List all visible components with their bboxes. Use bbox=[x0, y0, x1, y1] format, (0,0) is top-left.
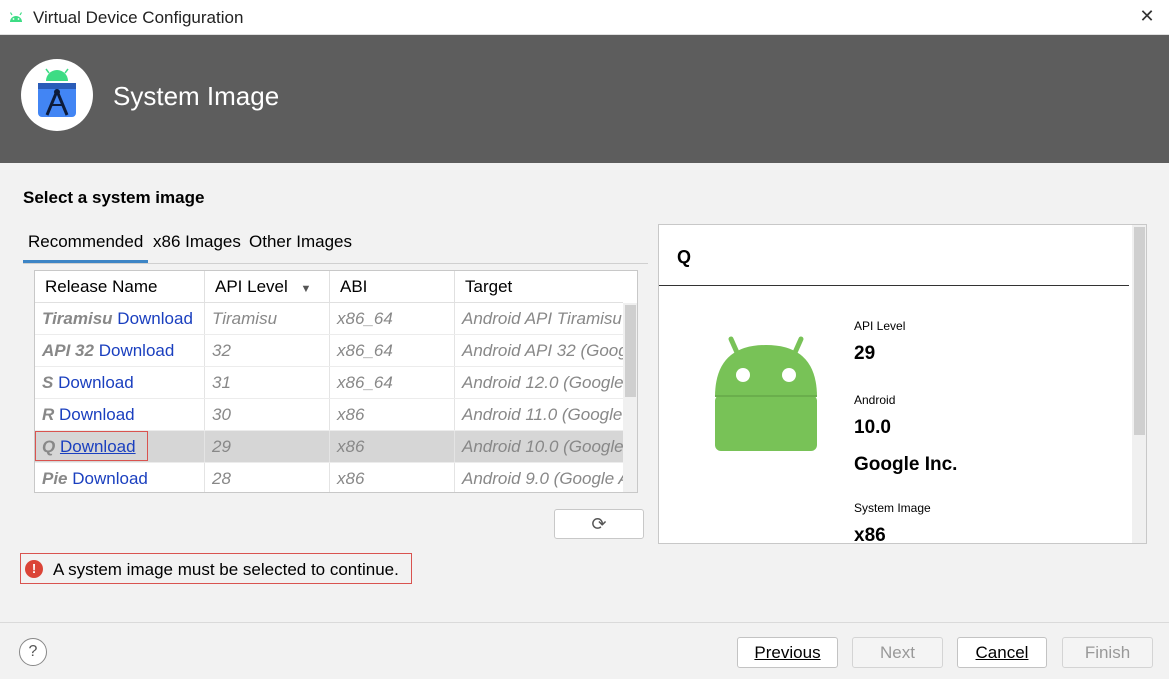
api-level-label: API Level bbox=[854, 319, 906, 333]
android-version-value: 10.0 bbox=[854, 417, 891, 438]
cancel-button-label: Cancel bbox=[975, 643, 1029, 662]
window-title: Virtual Device Configuration bbox=[33, 8, 244, 27]
table-row[interactable]: S Download 31 x86_64 Android 12.0 (Googl… bbox=[35, 367, 623, 399]
detail-scrollbar[interactable] bbox=[1132, 225, 1146, 543]
android-logo-icon bbox=[9, 12, 23, 22]
android-label: Android bbox=[854, 393, 896, 407]
tab-other-images[interactable]: Other Images bbox=[244, 232, 357, 263]
target-cell: Android 10.0 (Google bbox=[462, 437, 623, 456]
api-level-cell: Tiramisu bbox=[205, 303, 330, 334]
target-cell: Android 11.0 (Google bbox=[462, 405, 623, 424]
api-level-cell: 30 bbox=[205, 399, 330, 430]
column-release-name[interactable]: Release Name bbox=[35, 271, 205, 303]
detail-title: Q bbox=[677, 247, 692, 267]
system-image-table: Release Name API Level ▼ ABI Target Tira… bbox=[34, 270, 638, 493]
error-message-box: ! A system image must be selected to con… bbox=[20, 553, 412, 584]
title-bar: Virtual Device Configuration ✕ bbox=[0, 0, 1169, 35]
detail-divider bbox=[659, 285, 1129, 286]
table-row[interactable]: Pie Download 28 x86 Android 9.0 (Google … bbox=[35, 463, 623, 492]
target-cell: Android API 32 (Google bbox=[462, 341, 623, 360]
tab-recommended[interactable]: Recommended bbox=[23, 232, 149, 263]
android-studio-icon bbox=[38, 68, 76, 117]
abi-cell: x86 bbox=[330, 463, 455, 492]
api-level-cell: 31 bbox=[205, 367, 330, 398]
api-level-value: 29 bbox=[854, 343, 876, 364]
help-icon[interactable]: ? bbox=[19, 638, 47, 666]
refresh-button[interactable]: ⟳ bbox=[554, 509, 644, 539]
release-name: Pie bbox=[42, 469, 68, 488]
error-message: A system image must be selected to conti… bbox=[53, 560, 399, 579]
footer-divider bbox=[0, 622, 1169, 623]
download-link[interactable]: Download bbox=[59, 405, 135, 424]
system-image-value: x86 bbox=[854, 525, 886, 544]
previous-button-label: Previous bbox=[754, 643, 821, 662]
android-robot-icon bbox=[715, 336, 817, 451]
table-scrollbar-thumb[interactable] bbox=[625, 305, 636, 397]
table-row[interactable]: R Download 30 x86 Android 11.0 (Google bbox=[35, 399, 623, 431]
column-api-level[interactable]: API Level ▼ bbox=[205, 271, 330, 303]
table-row[interactable]: Tiramisu Download Tiramisu x86_64 Androi… bbox=[35, 303, 623, 335]
release-name: R bbox=[42, 405, 55, 424]
error-icon: ! bbox=[25, 560, 43, 578]
column-target[interactable]: Target bbox=[455, 271, 623, 303]
image-tabs: Recommended x86 Images Other Images bbox=[23, 228, 648, 264]
download-link[interactable]: Download bbox=[99, 341, 175, 360]
download-highlight-box bbox=[35, 431, 148, 461]
download-link[interactable]: Download bbox=[117, 309, 193, 328]
refresh-icon: ⟳ bbox=[591, 514, 607, 534]
release-name: Tiramisu bbox=[42, 309, 113, 328]
table-header: Release Name API Level ▼ ABI Target bbox=[35, 271, 623, 303]
column-abi[interactable]: ABI bbox=[330, 271, 455, 303]
abi-cell: x86 bbox=[330, 399, 455, 430]
table-row[interactable]: API 32 Download 32 x86_64 Android API 32… bbox=[35, 335, 623, 367]
target-cell: Android 12.0 (Google bbox=[462, 373, 623, 392]
vendor-value: Google Inc. bbox=[854, 454, 958, 475]
next-button[interactable]: Next bbox=[852, 637, 943, 668]
table-row-selected[interactable]: Q Download 29 x86 Android 10.0 (Google bbox=[35, 431, 623, 463]
table-scrollbar[interactable] bbox=[623, 303, 637, 492]
api-level-cell: 32 bbox=[205, 335, 330, 366]
release-name: API 32 bbox=[42, 341, 94, 360]
tab-x86-images[interactable]: x86 Images bbox=[148, 232, 246, 263]
section-title: Select a system image bbox=[23, 188, 205, 207]
target-cell: Android API Tiramisu bbox=[462, 309, 622, 328]
column-api-level-label: API Level bbox=[215, 277, 288, 296]
abi-cell: x86_64 bbox=[330, 303, 455, 334]
abi-cell: x86_64 bbox=[330, 335, 455, 366]
finish-button[interactable]: Finish bbox=[1062, 637, 1153, 668]
target-cell: Android 9.0 (Google A bbox=[462, 469, 623, 488]
sort-desc-icon: ▼ bbox=[300, 283, 312, 295]
banner-title: System Image bbox=[113, 81, 280, 111]
previous-button[interactable]: Previous bbox=[737, 637, 838, 668]
detail-scrollbar-thumb[interactable] bbox=[1134, 227, 1145, 435]
api-level-cell: 28 bbox=[205, 463, 330, 492]
cancel-button[interactable]: Cancel bbox=[957, 637, 1047, 668]
close-icon[interactable]: ✕ bbox=[1135, 4, 1159, 28]
abi-cell: x86 bbox=[330, 431, 455, 462]
android-studio-logo bbox=[21, 59, 93, 131]
api-level-cell: 29 bbox=[205, 431, 330, 462]
abi-cell: x86_64 bbox=[330, 367, 455, 398]
image-detail-panel: Q API Level 29 Android 10.0 Google Inc. … bbox=[658, 224, 1147, 544]
release-name: S bbox=[42, 373, 54, 392]
download-link[interactable]: Download bbox=[58, 373, 134, 392]
download-link[interactable]: Download bbox=[72, 469, 148, 488]
system-image-label: System Image bbox=[854, 501, 931, 515]
header-banner: System Image bbox=[0, 35, 1169, 163]
